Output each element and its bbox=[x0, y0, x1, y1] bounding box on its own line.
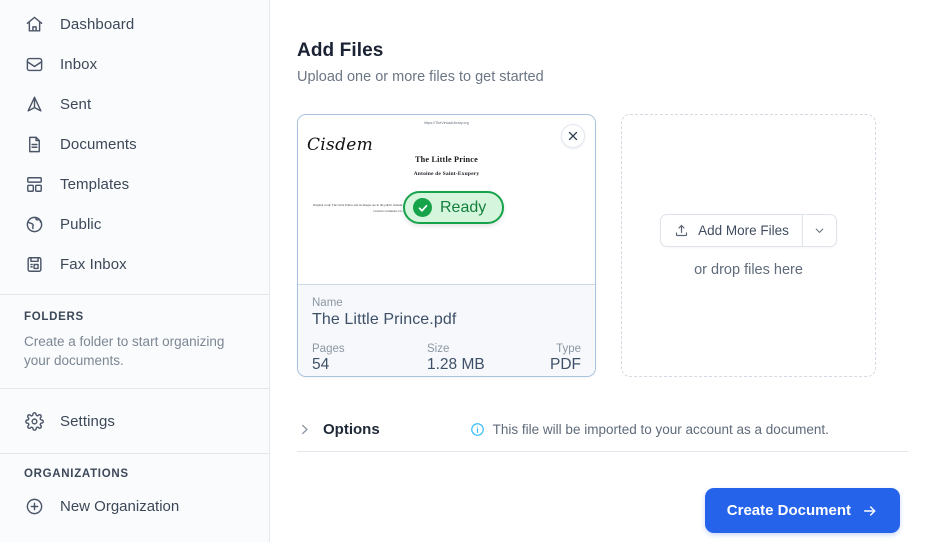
thumbnail-author: Antoine de Saint-Exupery bbox=[413, 171, 480, 177]
file-type-label: Type bbox=[556, 343, 581, 355]
sidebar-item-public[interactable]: Public bbox=[0, 204, 269, 244]
templates-icon bbox=[24, 174, 44, 194]
app-root: Dashboard Inbox Sent Documents Templates… bbox=[0, 0, 926, 542]
file-name-label: Name bbox=[312, 297, 343, 309]
file-thumbnail: https://TheVirtualLibrary.org Cisdem The… bbox=[298, 115, 595, 285]
chevron-right-icon bbox=[297, 422, 312, 437]
close-icon bbox=[567, 130, 579, 142]
folders-empty-description: Create a folder to start organizing your… bbox=[24, 334, 225, 368]
folders-section-title: FOLDERS bbox=[24, 311, 84, 323]
sidebar-item-label: Fax Inbox bbox=[60, 255, 127, 273]
sidebar-item-label: Documents bbox=[60, 135, 137, 153]
folders-section: FOLDERS Create a folder to start organiz… bbox=[0, 295, 269, 388]
info-icon bbox=[470, 422, 485, 437]
sidebar-item-label: Sent bbox=[60, 95, 92, 113]
sidebar-item-documents[interactable]: Documents bbox=[0, 124, 269, 164]
page-title: Add Files bbox=[297, 40, 384, 61]
sidebar-item-label: Dashboard bbox=[60, 15, 135, 33]
sidebar-item-label: Public bbox=[60, 215, 102, 233]
options-toggle[interactable]: Options bbox=[297, 421, 380, 438]
organizations-section: ORGANIZATIONS New Organization bbox=[0, 454, 269, 516]
footer-actions: Create Document bbox=[297, 488, 908, 533]
home-icon bbox=[24, 14, 44, 34]
file-stats-grid: Pages 54 Size 1.28 MB Type PDF bbox=[312, 343, 581, 374]
options-row: Options This file will be imported to yo… bbox=[297, 408, 908, 452]
add-more-files-split-button: Add More Files bbox=[660, 213, 837, 247]
import-info-note: This file will be imported to your accou… bbox=[470, 422, 829, 437]
dropzone-hint: or drop files here bbox=[694, 261, 803, 278]
remove-file-button[interactable] bbox=[561, 124, 585, 148]
file-pages-value: 54 bbox=[312, 356, 330, 373]
file-dropzone[interactable]: Add More Files or drop files here bbox=[621, 114, 876, 377]
sidebar-item-fax-inbox[interactable]: Fax Inbox bbox=[0, 244, 269, 284]
sidebar-item-sent[interactable]: Sent bbox=[0, 84, 269, 124]
add-more-files-label: Add More Files bbox=[698, 222, 789, 238]
status-badge-label: Ready bbox=[440, 198, 487, 216]
main-content: Add Files Upload one or more files to ge… bbox=[270, 0, 926, 542]
sidebar-item-dashboard[interactable]: Dashboard bbox=[0, 4, 269, 44]
page-subtitle: Upload one or more files to get started bbox=[297, 69, 544, 85]
file-type-value: PDF bbox=[550, 356, 581, 373]
inbox-icon bbox=[24, 54, 44, 74]
new-organization-button[interactable]: New Organization bbox=[24, 496, 245, 516]
chevron-down-icon bbox=[813, 224, 826, 237]
thumbnail-url-line: https://TheVirtualLibrary.org bbox=[424, 121, 469, 125]
send-icon bbox=[24, 94, 44, 114]
organizations-section-title: ORGANIZATIONS bbox=[24, 468, 129, 481]
file-size-stat: Size 1.28 MB bbox=[389, 343, 504, 374]
file-size-value: 1.28 MB bbox=[427, 356, 485, 373]
file-type-stat: Type PDF bbox=[504, 343, 581, 374]
sidebar: Dashboard Inbox Sent Documents Templates… bbox=[0, 0, 270, 542]
document-icon bbox=[24, 134, 44, 154]
sidebar-item-templates[interactable]: Templates bbox=[0, 164, 269, 204]
check-circle-icon bbox=[413, 198, 432, 217]
fax-icon bbox=[24, 254, 44, 274]
sidebar-item-settings[interactable]: Settings bbox=[0, 401, 269, 441]
sidebar-item-label: Templates bbox=[60, 175, 130, 193]
create-document-label: Create Document bbox=[726, 502, 851, 519]
file-metadata: Name The Little Prince.pdf Pages 54 Size… bbox=[298, 285, 595, 376]
thumbnail-logo: Cisdem bbox=[307, 135, 374, 155]
sidebar-nav: Dashboard Inbox Sent Documents Templates… bbox=[0, 0, 269, 284]
files-row: https://TheVirtualLibrary.org Cisdem The… bbox=[297, 114, 908, 377]
file-name-value: The Little Prince.pdf bbox=[312, 311, 457, 328]
add-more-files-caret-button[interactable] bbox=[801, 213, 837, 247]
sidebar-item-label: Inbox bbox=[60, 55, 98, 73]
file-size-label: Size bbox=[427, 343, 450, 355]
file-pages-label: Pages bbox=[312, 343, 345, 355]
gear-icon bbox=[24, 411, 44, 431]
status-badge: Ready bbox=[403, 191, 505, 224]
upload-icon bbox=[674, 223, 689, 238]
import-info-text: This file will be imported to your accou… bbox=[492, 422, 829, 437]
file-card[interactable]: https://TheVirtualLibrary.org Cisdem The… bbox=[297, 114, 596, 377]
file-pages-stat: Pages 54 bbox=[312, 343, 389, 374]
settings-section: Settings bbox=[0, 389, 269, 453]
new-organization-label: New Organization bbox=[60, 497, 180, 515]
add-more-files-button[interactable]: Add More Files bbox=[660, 213, 802, 247]
globe-icon bbox=[24, 214, 44, 234]
arrow-right-icon bbox=[862, 503, 878, 519]
create-document-button[interactable]: Create Document bbox=[704, 488, 900, 533]
sidebar-item-inbox[interactable]: Inbox bbox=[0, 44, 269, 84]
sidebar-item-label: Settings bbox=[60, 412, 115, 430]
thumbnail-title: The Little Prince bbox=[415, 155, 478, 164]
options-label: Options bbox=[323, 421, 380, 438]
plus-circle-icon bbox=[24, 496, 44, 516]
